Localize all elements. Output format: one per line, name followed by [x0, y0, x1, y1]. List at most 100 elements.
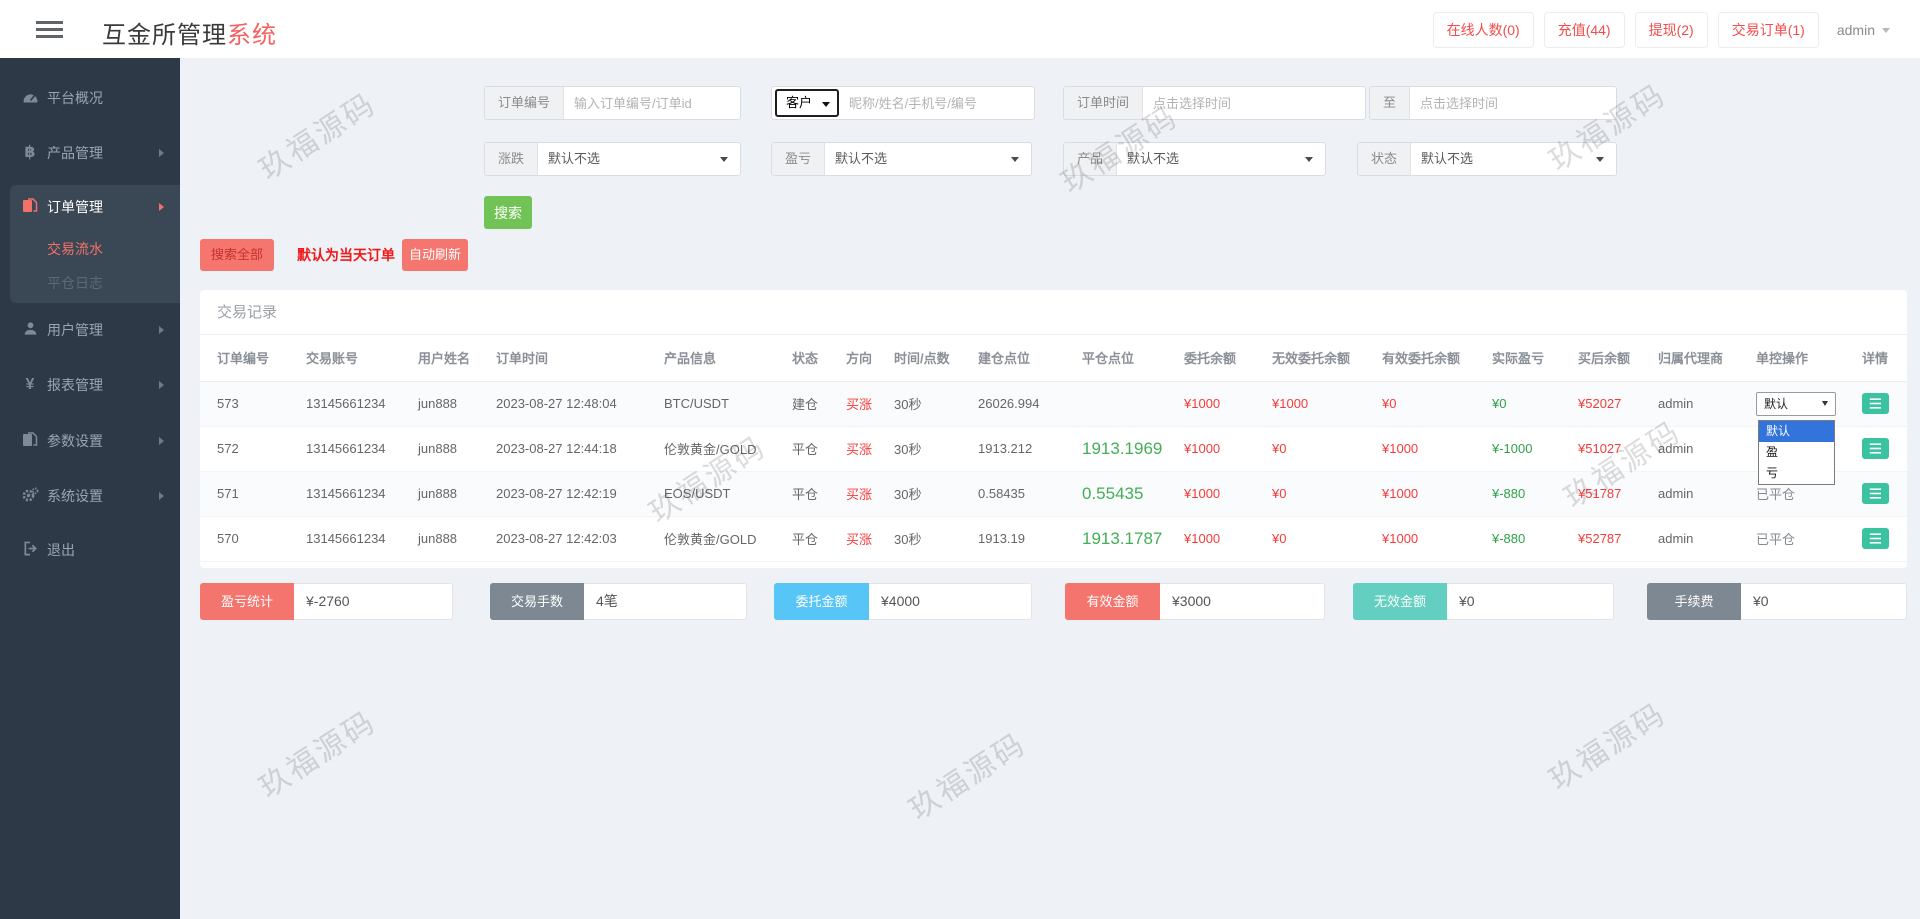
sidebar: 平台概况 ฿ 产品管理 订单管理 交易流水 平仓日志 用户管理 ¥ 报表管理 参… — [0, 58, 180, 919]
app-title-accent: 系统 — [227, 22, 277, 49]
sidebar-item-system-settings[interactable]: 系统设置 — [0, 476, 180, 516]
sidebar-item-product-management[interactable]: ฿ 产品管理 — [0, 133, 180, 173]
detail-button[interactable] — [1862, 393, 1889, 414]
cell-agent: admin — [1648, 426, 1746, 472]
customer-search-input[interactable] — [839, 87, 1034, 119]
cell-entrust: ¥1000 — [1174, 381, 1262, 427]
cell-account: 13145661234 — [296, 381, 408, 427]
detail-button[interactable] — [1862, 483, 1889, 504]
cell-entrust: ¥1000 — [1174, 471, 1262, 517]
stat-entrust-amount-label: 委托金额 — [774, 583, 869, 620]
cell-order-time: 2023-08-27 12:42:03 — [486, 516, 654, 562]
detail-button[interactable] — [1862, 528, 1889, 549]
top-nav: 在线人数(0) 充值(44) 提现(2) 交易订单(1) admin — [1432, 12, 1898, 48]
recharge-button[interactable]: 充值(44) — [1543, 12, 1625, 48]
filter-order-no-label: 订单编号 — [485, 87, 565, 119]
sidebar-subitem-close-log[interactable]: 平仓日志 — [0, 266, 180, 300]
updown-select-value: 默认不选 — [548, 151, 601, 166]
stat-invalid-amount-label: 无效金额 — [1353, 583, 1447, 620]
cell-valid-entrust: ¥0 — [1372, 381, 1482, 427]
sidebar-item-label: 系统设置 — [47, 488, 103, 504]
cell-close-point: 0.55435 — [1072, 471, 1174, 517]
filter-customer: 客户 — [771, 86, 1035, 120]
chevron-down-icon — [1305, 157, 1313, 162]
params-copy-icon — [20, 431, 40, 451]
app-title-primary: 互金所管理 — [102, 22, 227, 49]
col-direction: 方向 — [836, 335, 884, 382]
dropdown-option-default[interactable]: 默认 — [1759, 421, 1834, 442]
col-close-point: 平仓点位 — [1072, 335, 1174, 382]
cell-duration: 30秒 — [884, 471, 968, 517]
col-valid-entrust: 有效委托余额 — [1372, 335, 1482, 382]
chevron-down-icon — [1882, 27, 1890, 33]
cell-open-point: 1913.212 — [968, 426, 1072, 472]
detail-button[interactable] — [1862, 438, 1889, 459]
cell-close-point: 1913.1787 — [1072, 516, 1174, 562]
search-button[interactable]: 搜索 — [484, 196, 532, 229]
sidebar-item-platform-overview[interactable]: 平台概况 — [0, 78, 180, 118]
search-all-button[interactable]: 搜索全部 — [200, 239, 274, 271]
product-select-value: 默认不选 — [1127, 151, 1180, 166]
logout-icon — [20, 541, 40, 559]
sidebar-item-user-management[interactable]: 用户管理 — [0, 310, 180, 350]
sidebar-item-order-management[interactable]: 订单管理 — [0, 187, 180, 227]
sidebar-item-parameter-settings[interactable]: 参数设置 — [0, 421, 180, 461]
watermark: 玖福源码 — [253, 705, 383, 805]
today-orders-button[interactable]: 默认为当天订单 — [295, 239, 397, 271]
sidebar-subitem-label: 交易流水 — [47, 241, 103, 257]
chevron-right-icon — [159, 149, 164, 157]
col-open-point: 建仓点位 — [968, 335, 1072, 382]
stat-invalid-amount-value: ¥0 — [1447, 583, 1614, 620]
auto-refresh-button[interactable]: 自动刷新 — [402, 239, 468, 271]
product-select[interactable]: 默认不选 — [1117, 143, 1325, 175]
admin-user-name: admin — [1836, 22, 1875, 38]
cell-invalid-entrust: ¥0 — [1262, 426, 1372, 472]
customer-type-value: 客户 — [786, 95, 813, 110]
cell-invalid-entrust: ¥0 — [1262, 471, 1372, 517]
cell-profit: ¥-1000 — [1482, 426, 1568, 472]
cell-invalid-entrust: ¥1000 — [1262, 381, 1372, 427]
cell-status: 平仓 — [782, 426, 836, 472]
chevron-down-icon — [1596, 157, 1604, 162]
sidebar-subitem-trade-flow[interactable]: 交易流水 — [0, 232, 180, 266]
profit-select[interactable]: 默认不选 — [825, 143, 1031, 175]
control-select-value: 默认 — [1764, 397, 1789, 411]
sidebar-item-report-management[interactable]: ¥ 报表管理 — [0, 365, 180, 405]
chevron-right-icon — [159, 203, 164, 211]
chevron-right-icon — [159, 381, 164, 389]
cell-order-time: 2023-08-27 12:42:19 — [486, 471, 654, 517]
trade-records-panel: 交易记录 订单编号 交易账号 用户姓名 订单时间 产品信息 状态 方向 时间/点… — [200, 290, 1907, 568]
dropdown-option-lose[interactable]: 亏 — [1759, 463, 1834, 484]
top-bar: 互金所管理系统 在线人数(0) 充值(44) 提现(2) 交易订单(1) adm… — [0, 0, 1920, 58]
order-no-input[interactable] — [564, 87, 740, 119]
sidebar-item-logout[interactable]: 退出 — [0, 530, 180, 570]
cell-username: jun888 — [408, 471, 486, 517]
admin-user-menu[interactable]: admin — [1829, 15, 1898, 45]
sidebar-item-label: 用户管理 — [47, 322, 103, 338]
cell-agent: admin — [1648, 471, 1746, 517]
hamburger-menu-icon[interactable] — [36, 21, 63, 38]
cell-valid-entrust: ¥1000 — [1372, 516, 1482, 562]
stat-fee-label: 手续费 — [1647, 583, 1741, 620]
table-row: 573 13145661234 jun888 2023-08-27 12:48:… — [200, 381, 1907, 427]
chevron-down-icon — [822, 102, 830, 107]
cell-duration: 30秒 — [884, 426, 968, 472]
control-select[interactable]: 默认 — [1756, 391, 1836, 416]
filter-order-time-label: 订单时间 — [1064, 87, 1144, 119]
order-time-start-input[interactable] — [1143, 87, 1365, 119]
cell-agent: admin — [1648, 381, 1746, 427]
trade-orders-button[interactable]: 交易订单(1) — [1717, 12, 1819, 48]
dropdown-option-win[interactable]: 盈 — [1759, 442, 1834, 463]
bitcoin-icon: ฿ — [24, 144, 36, 161]
online-users-button[interactable]: 在线人数(0) — [1432, 12, 1534, 48]
order-time-end-input[interactable] — [1410, 87, 1616, 119]
withdraw-button[interactable]: 提现(2) — [1634, 12, 1708, 48]
status-select[interactable]: 默认不选 — [1411, 143, 1616, 175]
cell-direction: 买涨 — [836, 381, 884, 427]
filter-to-label: 至 — [1370, 87, 1411, 119]
updown-select[interactable]: 默认不选 — [538, 143, 740, 175]
cell-direction: 买涨 — [836, 471, 884, 517]
cell-detail — [1852, 381, 1907, 427]
customer-type-select[interactable]: 客户 — [775, 89, 839, 117]
sidebar-item-label: 报表管理 — [47, 377, 103, 393]
